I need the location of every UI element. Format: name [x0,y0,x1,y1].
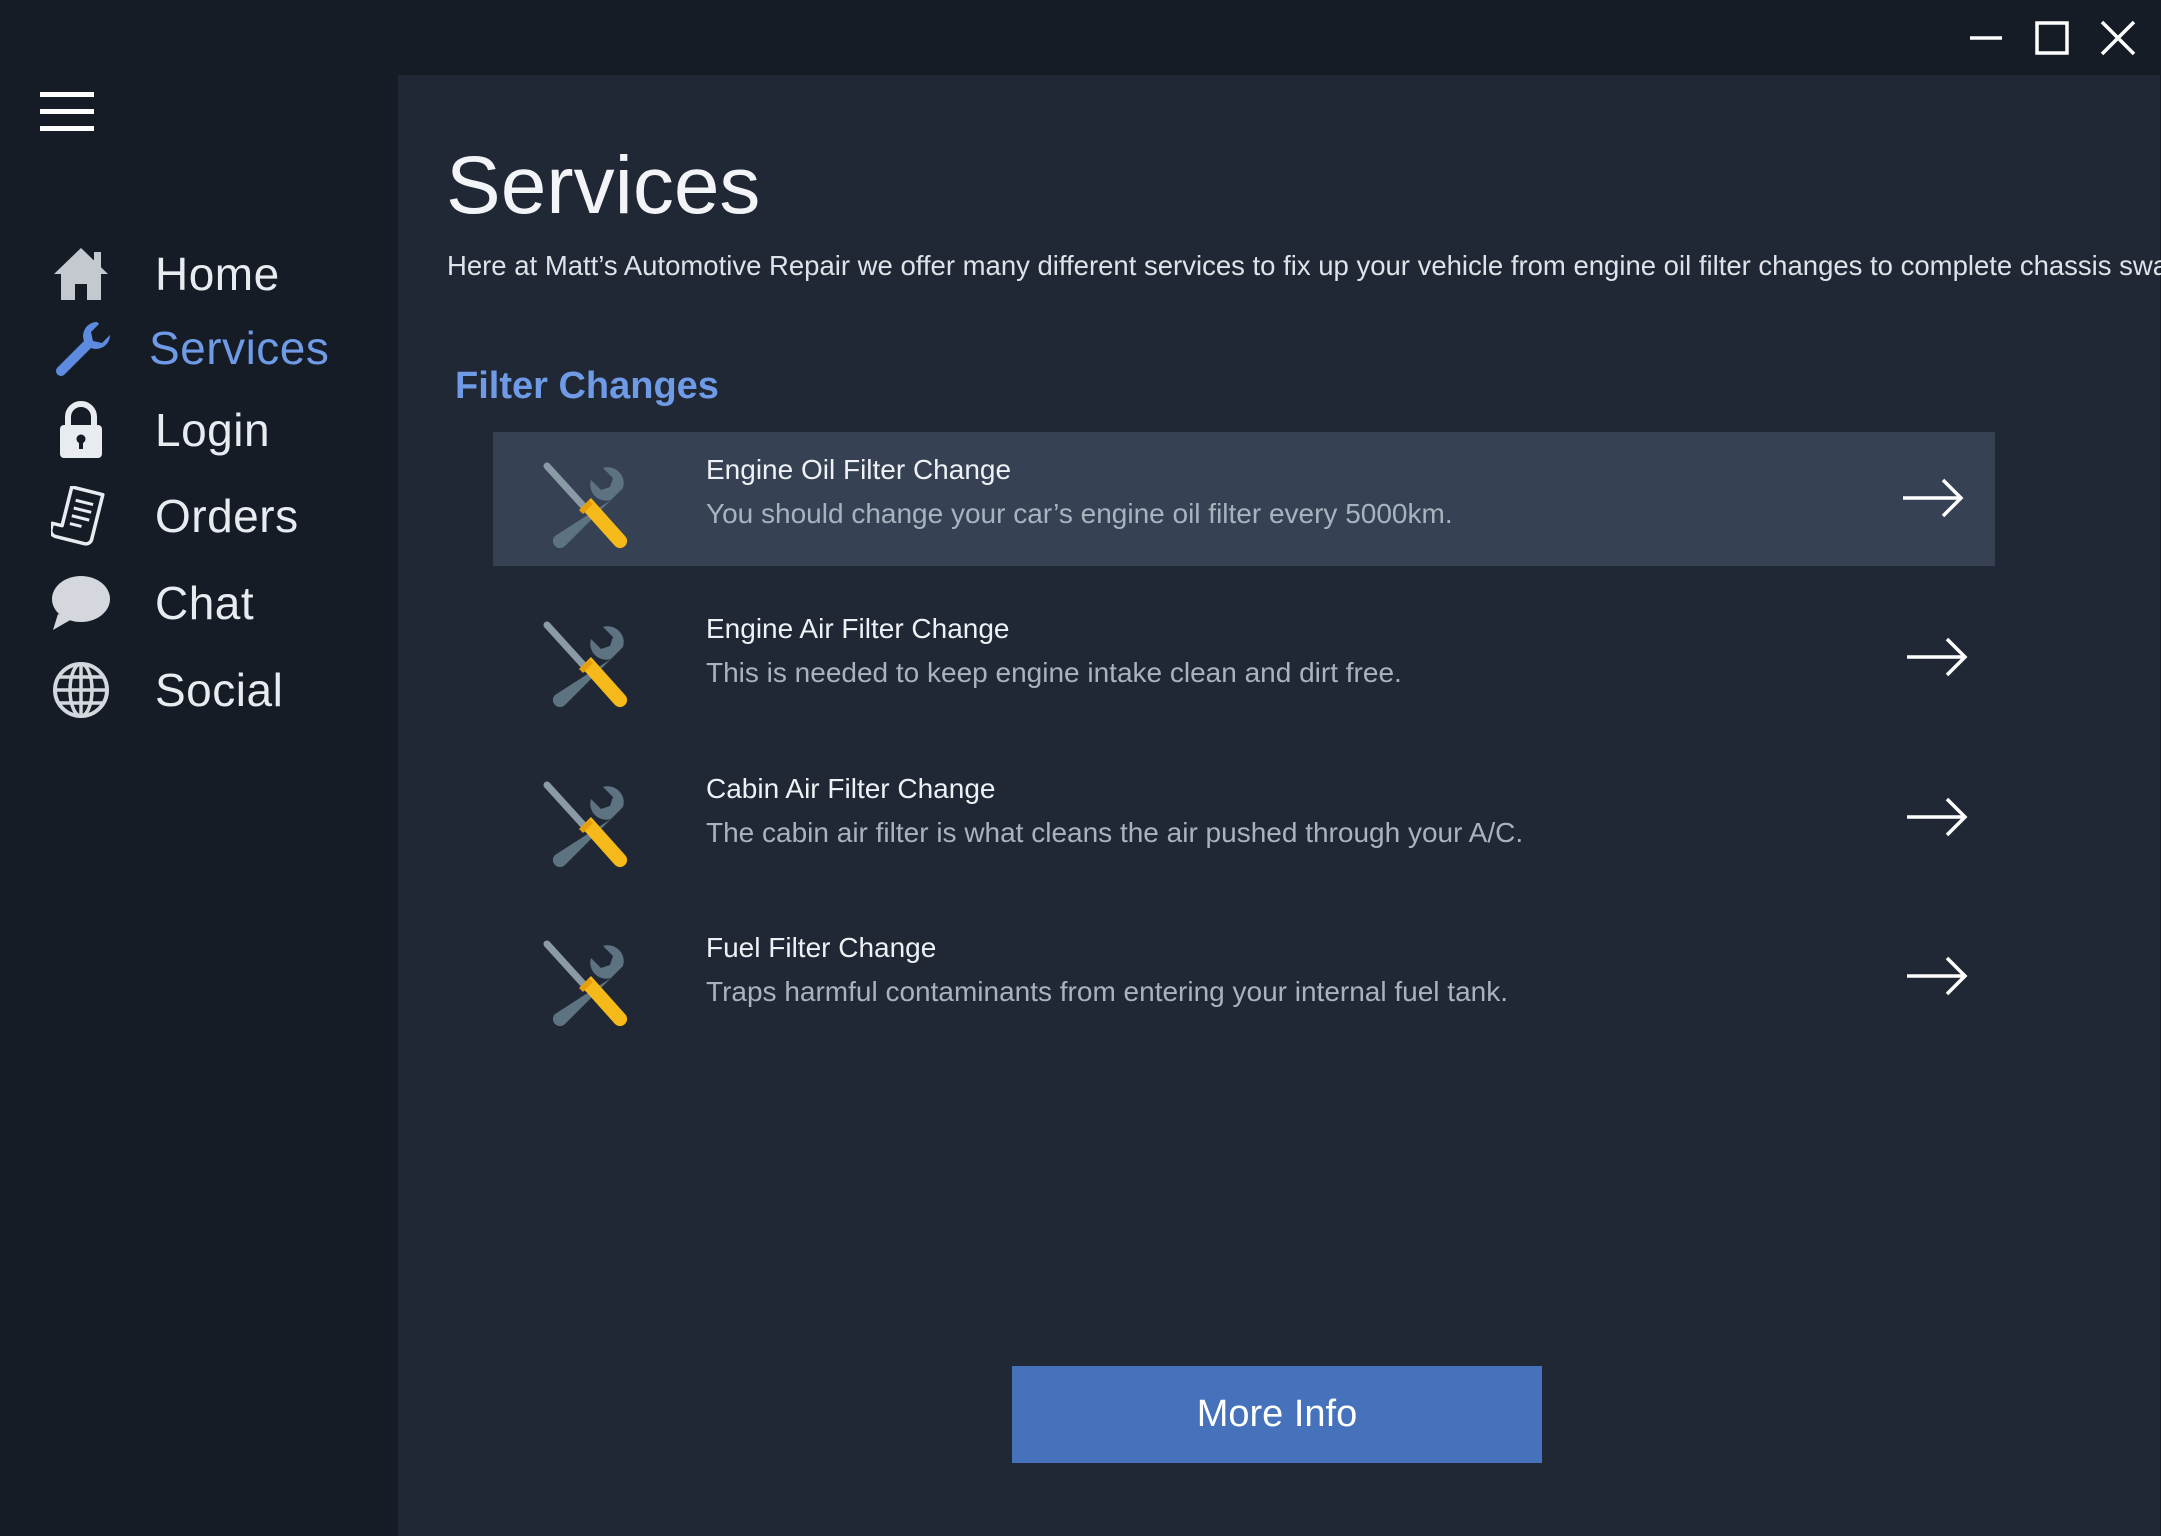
lock-icon [50,399,112,461]
service-description: Traps harmful contaminants from entering… [706,976,1509,1007]
service-description: You should change your car’s engine oil … [706,498,1453,529]
sidebar-item-social[interactable]: Social [0,651,398,727]
main-panel: Services Here at Matt’s Automotive Repai… [398,75,2161,1536]
hamburger-icon [40,92,94,131]
tools-icon [543,462,628,549]
arrow-right-icon[interactable] [1905,795,1969,839]
sidebar-item-label: Home [155,248,280,300]
section-title: Filter Changes [455,365,719,407]
close-icon [2100,20,2136,55]
sidebar-item-label: Social [155,664,284,716]
minimize-icon [1970,35,2002,40]
sidebar-item-label: Orders [155,490,299,542]
service-title: Engine Oil Filter Change [706,454,1012,485]
window-controls [1953,0,2161,75]
service-row-engine-oil-filter[interactable]: Engine Oil Filter Change You should chan… [493,432,1995,566]
hamburger-menu-button[interactable] [40,92,94,132]
sidebar-item-orders[interactable]: Orders [0,477,398,553]
chat-bubble-icon [50,572,112,634]
sidebar-item-label: Login [155,404,271,456]
service-description: This is needed to keep engine intake cle… [706,657,1402,688]
service-row-fuel-filter[interactable]: Fuel Filter Change Traps harmful contami… [493,910,1995,1044]
service-title: Cabin Air Filter Change [706,773,996,804]
sidebar-item-services[interactable]: Services [0,309,398,385]
arrow-right-icon[interactable] [1905,954,1969,998]
tools-icon [543,621,628,708]
sidebar-item-home[interactable]: Home [0,235,398,311]
tools-icon [543,940,628,1027]
wrench-icon [50,317,112,379]
page-description: Here at Matt’s Automotive Repair we offe… [447,250,2161,281]
close-button[interactable] [2085,3,2151,73]
home-icon [50,243,112,305]
arrow-right-icon[interactable] [1905,635,1969,679]
minimize-button[interactable] [1953,3,2019,73]
sidebar-item-chat[interactable]: Chat [0,564,398,640]
sidebar-item-label: Services [149,322,330,374]
sidebar: Home Services Login Orders Chat Social [0,0,398,1536]
maximize-button[interactable] [2019,3,2085,73]
receipt-icon [50,485,112,547]
service-title: Engine Air Filter Change [706,613,1010,644]
more-info-button[interactable]: More Info [1012,1366,1542,1463]
sidebar-item-login[interactable]: Login [0,391,398,467]
globe-icon [50,659,112,721]
app-window: Home Services Login Orders Chat Social S… [0,0,2161,1536]
service-description: The cabin air filter is what cleans the … [706,817,1524,848]
service-row-cabin-air-filter[interactable]: Cabin Air Filter Change The cabin air fi… [493,751,1995,885]
arrow-right-icon[interactable] [1901,476,1965,520]
service-title: Fuel Filter Change [706,932,937,963]
sidebar-item-label: Chat [155,577,255,629]
service-row-engine-air-filter[interactable]: Engine Air Filter Change This is needed … [493,591,1995,725]
tools-icon [543,781,628,868]
maximize-icon [2035,20,2069,55]
page-title: Services [446,140,761,231]
